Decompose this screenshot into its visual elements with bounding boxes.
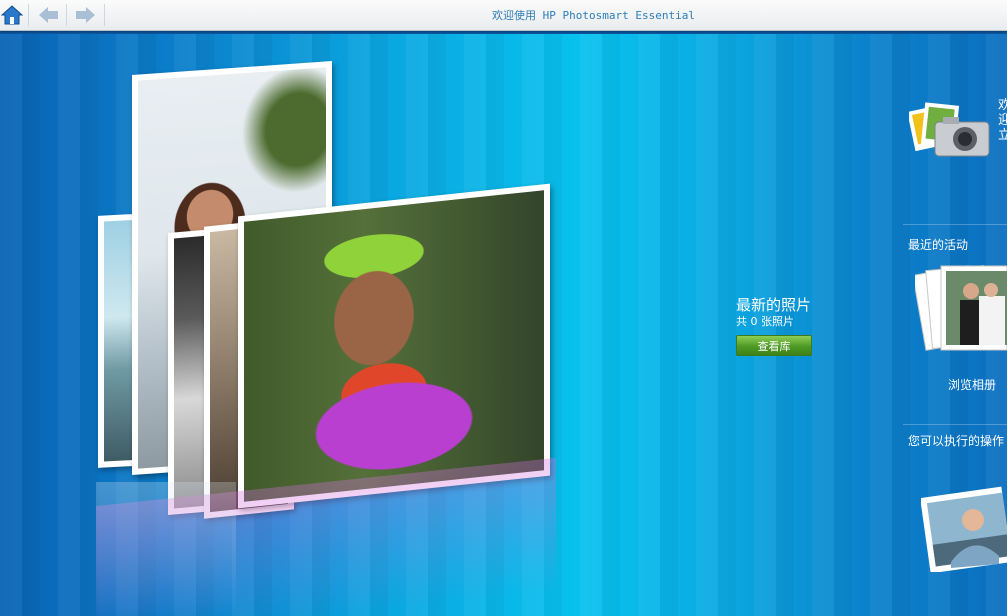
welcome-text: 欢迎立 xyxy=(998,98,1007,143)
recent-activity-heading: 最近的活动 xyxy=(908,238,969,252)
latest-photos-title: 最新的照片 xyxy=(736,296,812,314)
camera-photos-icon[interactable] xyxy=(909,102,993,160)
browse-album-label[interactable]: 浏览相册 xyxy=(948,376,996,393)
boy-photo-icon[interactable] xyxy=(921,482,1007,572)
photo-album-icon[interactable] xyxy=(915,260,1007,364)
photo-stack[interactable] xyxy=(0,34,600,616)
toolbar: 欢迎使用 HP Photosmart Essential xyxy=(0,0,1007,31)
photo-count-label: 共 0 张照片 xyxy=(736,315,794,328)
photo-reflection xyxy=(96,482,236,616)
sidebar-divider xyxy=(903,224,1007,225)
right-sidebar: 欢迎立 最近的活动 浏览相册 您可以执行的操作 xyxy=(903,34,1007,616)
actions-heading: 您可以执行的操作 xyxy=(908,434,1005,448)
window-title: 欢迎使用 HP Photosmart Essential xyxy=(492,9,695,22)
photo-image xyxy=(244,190,544,502)
main-stage: 最新的照片 共 0 张照片 查看库 欢迎立 最近的活动 浏览相册 您可以执行的操… xyxy=(0,34,1007,616)
latest-photos-panel: 最新的照片 共 0 张照片 查看库 xyxy=(736,296,812,356)
view-library-button[interactable]: 查看库 xyxy=(736,335,812,356)
photo-thumbnail[interactable] xyxy=(238,183,550,509)
sidebar-divider xyxy=(903,424,1007,425)
